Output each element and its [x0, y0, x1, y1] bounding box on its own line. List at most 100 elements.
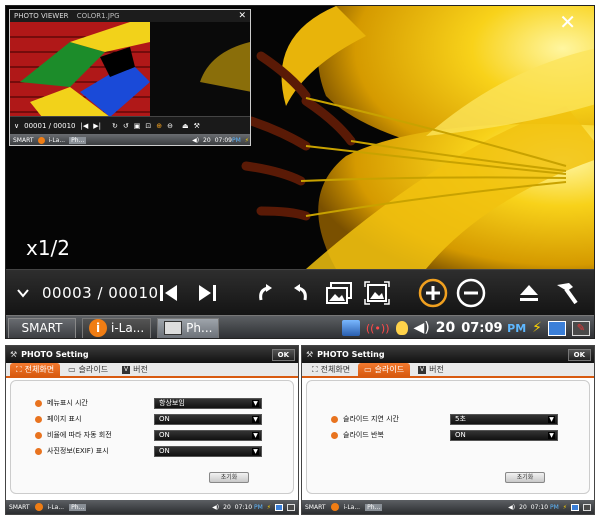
setting-tabs: ⛶ 전체화면 ▭ 슬라이드 V 버전: [302, 363, 594, 378]
slide-delay-select[interactable]: 5초 ▼: [450, 413, 558, 425]
setting-label: 메뉴표시 시간: [47, 399, 88, 407]
tab-fullscreen[interactable]: ⛶ 전체화면: [10, 363, 61, 376]
slideshow-icon[interactable]: ▣: [134, 122, 141, 130]
slide-repeat-select[interactable]: ON ▼: [450, 429, 558, 441]
ok-button[interactable]: OK: [271, 348, 295, 361]
power-icon[interactable]: ⚡: [267, 504, 271, 511]
setting-panel: 슬라이드 지연 시간 5초 ▼ 슬라이드 반복 ON ▼ 초기화: [306, 380, 590, 494]
next-icon[interactable]: [194, 270, 220, 316]
setting-taskbar: SMART i-La... Ph... ◀) 20 07:10 PM ⚡: [302, 500, 594, 514]
taskbar-app-photo[interactable]: Ph...: [365, 503, 383, 511]
setting-label: 비율에 따라 자동 회전: [47, 431, 112, 439]
close-icon[interactable]: ✕: [559, 12, 576, 32]
smart-button[interactable]: SMART: [305, 504, 326, 511]
ilauncher-icon: [330, 503, 339, 511]
slide-icon: ▭: [68, 365, 76, 374]
close-icon[interactable]: ✕: [238, 10, 246, 22]
menu-display-time-select[interactable]: 항상보임 ▼: [154, 397, 262, 409]
ok-button[interactable]: OK: [567, 348, 591, 361]
settings-hammer-icon[interactable]: [550, 270, 582, 316]
volume-level: 20: [223, 503, 231, 511]
smart-button[interactable]: SMART: [8, 317, 76, 338]
setting-label: 페이지 표시: [47, 415, 82, 423]
previous-icon[interactable]: |◀: [80, 122, 88, 130]
mini-photo-image[interactable]: [10, 22, 251, 127]
network-icon[interactable]: [341, 320, 360, 336]
taskbar-app-label: i-La...: [111, 321, 145, 335]
wireless-icon[interactable]: ((•)): [366, 322, 390, 335]
bullet-icon: [35, 447, 42, 455]
version-icon: V: [418, 365, 427, 374]
tab-slide[interactable]: ▭ 슬라이드: [62, 363, 114, 376]
window-icon[interactable]: [548, 320, 566, 336]
taskbar: SMART i i-La... Ph... ((•)) ◀) 20 07:09 …: [6, 315, 594, 338]
taskbar-app-ilauncher[interactable]: i i-La...: [82, 317, 152, 338]
mini-image-counter: 00001 / 00010: [24, 121, 76, 130]
page-display-select[interactable]: ON ▼: [154, 413, 262, 425]
eject-icon[interactable]: [514, 270, 544, 316]
fit-screen-icon[interactable]: ⊡: [145, 122, 151, 130]
clock: 07:10 PM: [530, 503, 559, 511]
setting-label: 사진정보(EXIF) 표시: [47, 447, 109, 455]
pen-icon[interactable]: [287, 503, 295, 511]
volume-icon[interactable]: ◀): [508, 504, 515, 511]
tab-slide[interactable]: ▭ 슬라이드: [358, 363, 411, 376]
volume-icon[interactable]: ◀): [192, 137, 199, 144]
setting-label: 슬라이드 지연 시간: [343, 415, 399, 423]
pen-icon[interactable]: [583, 503, 591, 511]
tab-version[interactable]: V 버전: [412, 363, 450, 376]
setting-panel: 메뉴표시 시간 항상보임 ▼ 페이지 표시 ON ▼ 비율에 따라 자동 회전 ON…: [10, 380, 294, 494]
rotate-left-icon[interactable]: ↺: [123, 122, 129, 130]
smart-button[interactable]: SMART: [13, 137, 34, 144]
taskbar-app-ilauncher[interactable]: i-La...: [344, 504, 361, 511]
image-counter: 00003 / 00010: [42, 284, 159, 302]
taskbar-app-photo[interactable]: Ph...: [157, 317, 220, 338]
auto-rotate-select[interactable]: ON ▼: [154, 429, 262, 441]
zoom-in-icon[interactable]: [416, 270, 450, 316]
zoom-out-icon[interactable]: [454, 270, 488, 316]
fullscreen-icon: ⛶: [312, 365, 318, 374]
reset-button[interactable]: 초기화: [209, 472, 249, 483]
mini-title-bar: PHOTO VIEWER COLOR1.JPG: [10, 10, 250, 22]
pen-icon[interactable]: ✎: [572, 320, 590, 336]
tools-icon: ⚒: [10, 350, 18, 359]
clock: 07:10 PM: [234, 503, 263, 511]
setting-title-bar: ⚒ PHOTO Setting OK: [6, 346, 298, 363]
mini-filename: COLOR1.JPG: [76, 12, 120, 20]
smart-button[interactable]: SMART: [9, 504, 30, 511]
volume-icon[interactable]: ◀): [414, 320, 430, 336]
settings-hammer-icon[interactable]: ⚒: [194, 122, 200, 130]
setting-taskbar: SMART i-La... Ph... ◀) 20 07:10 PM ⚡: [6, 500, 298, 514]
taskbar-app-ilauncher[interactable]: i-La...: [48, 504, 65, 511]
chevron-down-icon[interactable]: ∨: [14, 122, 19, 130]
mini-taskbar: SMART i-La... Ph... ◀) 20 07:09PM ⚡: [10, 134, 250, 145]
power-icon[interactable]: ⚡: [245, 137, 250, 144]
slideshow-icon[interactable]: [324, 270, 354, 316]
reset-button[interactable]: 초기화: [505, 472, 545, 483]
volume-icon[interactable]: ◀): [212, 504, 219, 511]
rotate-right-icon[interactable]: [252, 270, 278, 316]
taskbar-app-ilauncher[interactable]: i-La...: [49, 137, 66, 144]
zoom-out-icon[interactable]: ⊖: [167, 122, 173, 130]
bullet-icon: [331, 415, 338, 423]
rotate-right-icon[interactable]: ↻: [112, 122, 118, 130]
window-icon[interactable]: [571, 503, 579, 511]
mini-title: PHOTO VIEWER: [14, 12, 69, 20]
zoom-in-icon[interactable]: ⊕: [156, 122, 162, 130]
lightbulb-icon[interactable]: [395, 321, 408, 335]
exif-display-select[interactable]: ON ▼: [154, 445, 262, 457]
tab-fullscreen[interactable]: ⛶ 전체화면: [306, 363, 356, 376]
chevron-down-icon[interactable]: [12, 270, 34, 316]
power-icon[interactable]: ⚡: [563, 504, 567, 511]
dropdown-arrow-icon: ▼: [252, 447, 259, 455]
previous-icon[interactable]: [156, 270, 182, 316]
power-icon[interactable]: ⚡: [532, 320, 542, 336]
taskbar-app-photo[interactable]: Ph...: [69, 503, 87, 511]
fit-screen-icon[interactable]: [362, 270, 392, 316]
tab-version[interactable]: V 버전: [116, 363, 154, 376]
taskbar-app-photo[interactable]: Ph...: [69, 137, 87, 144]
eject-icon[interactable]: ⏏: [182, 122, 189, 130]
rotate-left-icon[interactable]: [288, 270, 314, 316]
next-icon[interactable]: ▶|: [93, 122, 101, 130]
window-icon[interactable]: [275, 503, 283, 511]
